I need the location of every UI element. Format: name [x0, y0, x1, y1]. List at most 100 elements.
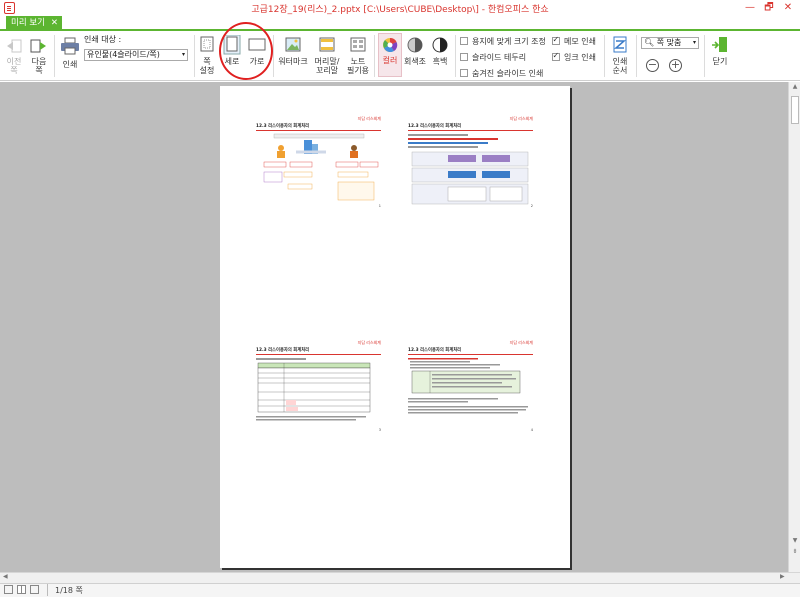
close-window-button[interactable]: ✕ — [779, 0, 797, 16]
checkbox-box — [460, 37, 468, 45]
preview-workspace: 지담 리스회계 12.3 리스이용자의 회계처리 1 지담 리스회계 12.3 … — [0, 82, 788, 572]
next-page-icon — [30, 39, 46, 53]
checkbox-box-checked — [552, 51, 560, 61]
separator — [455, 35, 456, 77]
scroll-right-icon[interactable]: ▶ — [780, 573, 785, 580]
slide-title: 12.3 리스이용자의 회계처리 — [256, 124, 310, 129]
slide-page-number: 2 — [530, 204, 533, 208]
restore-button[interactable]: 🗗 — [760, 0, 778, 16]
print-preview-page: 지담 리스회계 12.3 리스이용자의 회계처리 1 지담 리스회계 12.3 … — [220, 86, 570, 568]
print-button[interactable]: 인쇄 — [58, 37, 82, 69]
slide-page-number: 3 — [378, 428, 381, 432]
minimize-button[interactable]: — — [741, 0, 759, 16]
slide-rule — [256, 130, 381, 131]
ink-print-checkbox[interactable]: 잉크 인쇄 — [552, 51, 596, 63]
grayscale-icon — [407, 37, 423, 53]
preview-ribbon: 이전 쪽 다음 쪽 인쇄 인쇄 대상 : 유인물(4슬라이드/쪽) ▾ 쪽 설정… — [0, 31, 800, 81]
zoom-in-button[interactable]: + — [669, 59, 682, 72]
window-title: 고급12장_19(리스)_2.pptx [C:\Users\CUBE\Deskt… — [251, 5, 549, 15]
slide-diagram — [263, 133, 379, 201]
status-bar: 1/18 쪽 — [0, 583, 800, 597]
watermark-icon — [285, 37, 301, 52]
black-white-button[interactable]: 흑백 — [429, 35, 451, 66]
slide-rule — [256, 354, 381, 355]
hidden-slides-checkbox[interactable]: 숨겨진 슬라이드 인쇄 — [460, 68, 543, 79]
slide-text-block — [408, 358, 528, 414]
slide-page-number: 4 — [530, 428, 533, 432]
header-footer-button[interactable]: 머리말/ 꼬리말 — [312, 35, 342, 75]
tab-label: 미리 보기 — [11, 18, 45, 28]
color-button[interactable]: 컬러 — [378, 33, 402, 77]
vertical-scrollbar[interactable]: ▲ ▼ ⇟ — [788, 82, 800, 572]
two-page-view-icon[interactable] — [17, 585, 26, 594]
separator — [47, 584, 48, 596]
printer-icon — [61, 37, 79, 55]
zoom-select[interactable]: 🔍︎ 쪽 맞춤 ▾ — [641, 37, 699, 49]
notes-icon — [350, 37, 366, 52]
slide-page-number: 1 — [378, 204, 381, 208]
zoom-out-button[interactable]: − — [646, 59, 659, 72]
slide-thumbnail: 지담 리스회계 12.3 리스이용자의 회계처리 3 — [256, 340, 381, 432]
scroll-up-icon[interactable]: ▲ — [790, 83, 800, 93]
print-target-label: 인쇄 대상 : — [84, 35, 122, 44]
slide-title: 12.3 리스이용자의 회계처리 — [408, 124, 462, 129]
chevron-down-icon: ▾ — [181, 51, 185, 58]
red-circle-annotation — [219, 22, 273, 80]
slide-title: 12.3 리스이용자의 회계처리 — [256, 348, 310, 353]
slide-border-checkbox[interactable]: 슬라이드 테두리 — [460, 52, 526, 63]
print-target-value: 유인물(4슬라이드/쪽) — [87, 50, 160, 59]
separator — [273, 35, 274, 77]
color-wheel-icon — [383, 37, 398, 53]
grayscale-button[interactable]: 회색조 — [403, 35, 427, 66]
scroll-thumb[interactable] — [791, 96, 799, 124]
slide-thumbnail: 지담 리스회계 12.3 리스이용자의 회계처리 1 — [256, 116, 381, 208]
separator — [704, 35, 705, 77]
scroll-left-icon[interactable]: ◀ — [3, 573, 8, 580]
fit-to-paper-checkbox[interactable]: 용지에 맞게 크기 조정 — [460, 36, 546, 47]
slide-thumbnail: 지담 리스회계 12.3 리스이용자의 회계처리 2 — [408, 116, 533, 208]
prev-page-icon — [7, 39, 22, 53]
prev-page-button[interactable]: 이전 쪽 — [4, 37, 24, 75]
chevron-down-icon: ▾ — [692, 39, 696, 46]
black-white-icon — [432, 37, 448, 53]
checkbox-box-checked — [552, 35, 560, 45]
scroll-down-icon[interactable]: ▼ — [790, 537, 800, 547]
watermark-button[interactable]: 워터마크 — [276, 35, 310, 66]
print-order-icon — [613, 36, 627, 53]
slide-table — [256, 358, 371, 421]
separator — [374, 35, 375, 77]
notes-button[interactable]: 노트 필기용 — [344, 35, 372, 75]
separator — [54, 35, 55, 77]
page-setup-icon — [200, 36, 214, 52]
page-down-icon[interactable]: ⇟ — [790, 548, 800, 558]
magnifier-icon: 🔍︎ — [644, 38, 655, 47]
separator — [636, 35, 637, 77]
header-footer-icon — [319, 37, 335, 52]
slide-rule — [408, 354, 533, 355]
checkbox-box — [460, 53, 468, 61]
slide-thumbnail: 지담 리스회계 12.3 리스이용자의 회계처리 4 — [408, 340, 533, 432]
tab-strip: 미리 보기 ✕ — [0, 16, 800, 31]
slide-diagram — [408, 134, 529, 205]
memo-print-checkbox[interactable]: 메모 인쇄 — [552, 35, 596, 47]
slide-rule — [408, 130, 533, 131]
slide-header: 지담 리스회계 — [357, 340, 381, 345]
close-preview-button[interactable]: 닫기 — [708, 35, 732, 66]
slide-header: 지담 리스회계 — [509, 116, 533, 121]
tab-close-icon[interactable]: ✕ — [51, 16, 58, 31]
print-target-select[interactable]: 유인물(4슬라이드/쪽) ▾ — [84, 49, 188, 61]
print-order-button[interactable]: 인쇄 순서 — [608, 35, 632, 75]
page-info: 1/18 쪽 — [55, 586, 83, 595]
single-page-view-icon[interactable] — [4, 585, 13, 594]
title-bar: 고급12장_19(리스)_2.pptx [C:\Users\CUBE\Deskt… — [0, 0, 800, 16]
slide-title: 12.3 리스이용자의 회계처리 — [408, 348, 462, 353]
page-setup-button[interactable]: 쪽 설정 — [197, 35, 217, 75]
slide-header: 지담 리스회계 — [357, 116, 381, 121]
next-page-button[interactable]: 다음 쪽 — [28, 37, 50, 75]
separator — [194, 35, 195, 77]
horizontal-scrollbar[interactable]: ◀ ▶ — [0, 572, 800, 583]
tab-print-preview[interactable]: 미리 보기 ✕ — [6, 16, 62, 31]
multi-page-view-icon[interactable] — [30, 585, 39, 594]
zoom-value: 쪽 맞춤 — [656, 38, 682, 47]
separator — [604, 35, 605, 77]
